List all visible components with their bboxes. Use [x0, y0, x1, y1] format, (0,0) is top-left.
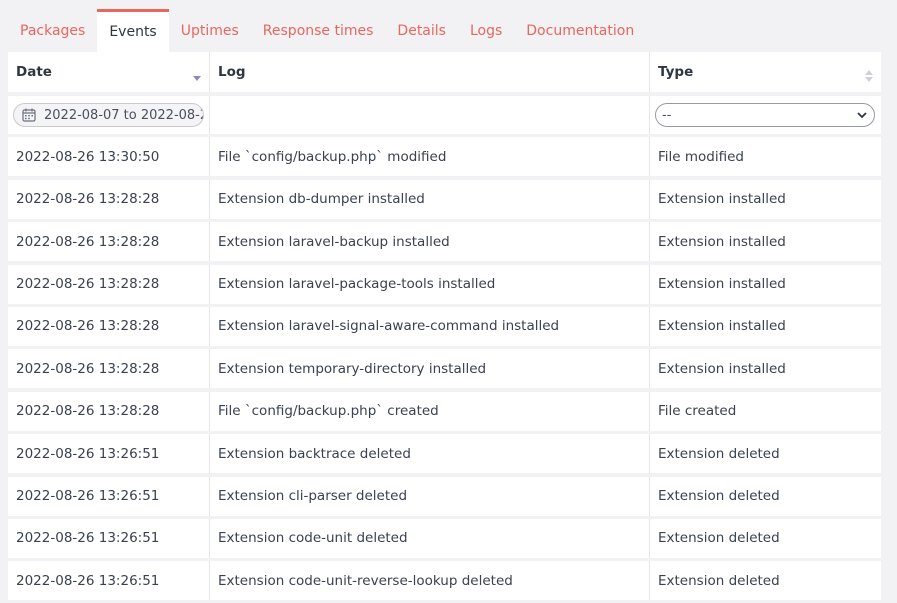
cell-date: 2022-08-26 13:28:28 — [8, 391, 210, 431]
cell-log: Extension temporary-directory installed — [210, 349, 650, 389]
cell-date: 2022-08-26 13:28:28 — [8, 264, 210, 304]
cell-type: Extension deleted — [650, 561, 881, 601]
column-header-date[interactable]: Date — [8, 52, 210, 92]
cell-log: Extension cli-parser deleted — [210, 476, 650, 516]
table-row[interactable]: 2022-08-26 13:30:50 File `config/backup.… — [8, 137, 881, 177]
table-row[interactable]: 2022-08-26 13:26:51 Extension backtrace … — [8, 434, 881, 474]
events-panel: Date Log Type 2022-08-07 to 2022-08-26 -… — [8, 52, 881, 603]
tab-logs[interactable]: Logs — [458, 9, 514, 52]
tab-uptimes[interactable]: Uptimes — [169, 9, 251, 52]
cell-date: 2022-08-26 13:30:50 — [8, 137, 210, 177]
table-row[interactable]: 2022-08-26 13:26:51 Extension code-unit … — [8, 518, 881, 558]
chevron-down-icon — [857, 112, 867, 119]
cell-date: 2022-08-26 13:26:51 — [8, 476, 210, 516]
sort-desc-icon[interactable] — [193, 76, 201, 81]
cell-date: 2022-08-26 13:28:28 — [8, 222, 210, 262]
cell-date: 2022-08-26 13:26:51 — [8, 434, 210, 474]
column-header-log: Log — [210, 52, 650, 92]
cell-type: Extension installed — [650, 264, 881, 304]
filter-row: 2022-08-07 to 2022-08-26 -- — [8, 96, 881, 134]
column-header-label: Type — [658, 64, 694, 80]
table-row[interactable]: 2022-08-26 13:28:28 Extension temporary-… — [8, 349, 881, 389]
table-row[interactable]: 2022-08-26 13:28:28 Extension laravel-pa… — [8, 264, 881, 304]
cell-log: File `config/backup.php` created — [210, 391, 650, 431]
table-row[interactable]: 2022-08-26 13:28:28 Extension laravel-ba… — [8, 222, 881, 262]
cell-log: Extension db-dumper installed — [210, 179, 650, 219]
table-row[interactable]: 2022-08-26 13:26:51 Extension cli-parser… — [8, 476, 881, 516]
table-row[interactable]: 2022-08-26 13:28:28 Extension laravel-si… — [8, 306, 881, 346]
type-filter-select[interactable]: -- — [655, 103, 875, 127]
date-range-value: 2022-08-07 to 2022-08-26 — [44, 107, 204, 123]
cell-log: Extension laravel-signal-aware-command i… — [210, 306, 650, 346]
cell-log: Extension laravel-backup installed — [210, 222, 650, 262]
cell-type: File created — [650, 391, 881, 431]
cell-type: Extension installed — [650, 179, 881, 219]
cell-type: Extension installed — [650, 306, 881, 346]
tab-response-times[interactable]: Response times — [251, 9, 386, 52]
log-filter-empty — [210, 96, 650, 134]
cell-log: Extension code-unit-reverse-lookup delet… — [210, 561, 650, 601]
tab-events[interactable]: Events — [97, 9, 169, 52]
cell-date: 2022-08-26 13:28:28 — [8, 179, 210, 219]
calendar-icon — [22, 108, 36, 122]
cell-log: Extension code-unit deleted — [210, 518, 650, 558]
cell-date: 2022-08-26 13:26:51 — [8, 518, 210, 558]
cell-type: Extension deleted — [650, 518, 881, 558]
table-row[interactable]: 2022-08-26 13:28:28 Extension db-dumper … — [8, 179, 881, 219]
cell-date: 2022-08-26 13:26:51 — [8, 561, 210, 601]
column-header-label: Date — [16, 64, 52, 80]
events-table: Date Log Type 2022-08-07 to 2022-08-26 -… — [8, 52, 881, 601]
cell-date: 2022-08-26 13:28:28 — [8, 349, 210, 389]
tab-bar: Packages Events Uptimes Response times D… — [8, 0, 881, 52]
cell-type: Extension installed — [650, 222, 881, 262]
cell-log: Extension backtrace deleted — [210, 434, 650, 474]
type-filter-value: -- — [662, 107, 672, 123]
tab-packages[interactable]: Packages — [8, 9, 97, 52]
cell-log: Extension laravel-package-tools installe… — [210, 264, 650, 304]
sort-icon[interactable] — [865, 70, 873, 84]
cell-date: 2022-08-26 13:28:28 — [8, 306, 210, 346]
column-header-type[interactable]: Type — [650, 52, 881, 92]
cell-type: Extension installed — [650, 349, 881, 389]
cell-type: Extension deleted — [650, 434, 881, 474]
tab-details[interactable]: Details — [385, 9, 458, 52]
cell-type: File modified — [650, 137, 881, 177]
cell-log: File `config/backup.php` modified — [210, 137, 650, 177]
tab-documentation[interactable]: Documentation — [514, 9, 646, 52]
date-range-filter[interactable]: 2022-08-07 to 2022-08-26 — [13, 103, 204, 127]
table-row[interactable]: 2022-08-26 13:26:51 Extension code-unit-… — [8, 561, 881, 601]
table-row[interactable]: 2022-08-26 13:28:28 File `config/backup.… — [8, 391, 881, 431]
cell-type: Extension deleted — [650, 476, 881, 516]
column-header-label: Log — [218, 64, 246, 80]
